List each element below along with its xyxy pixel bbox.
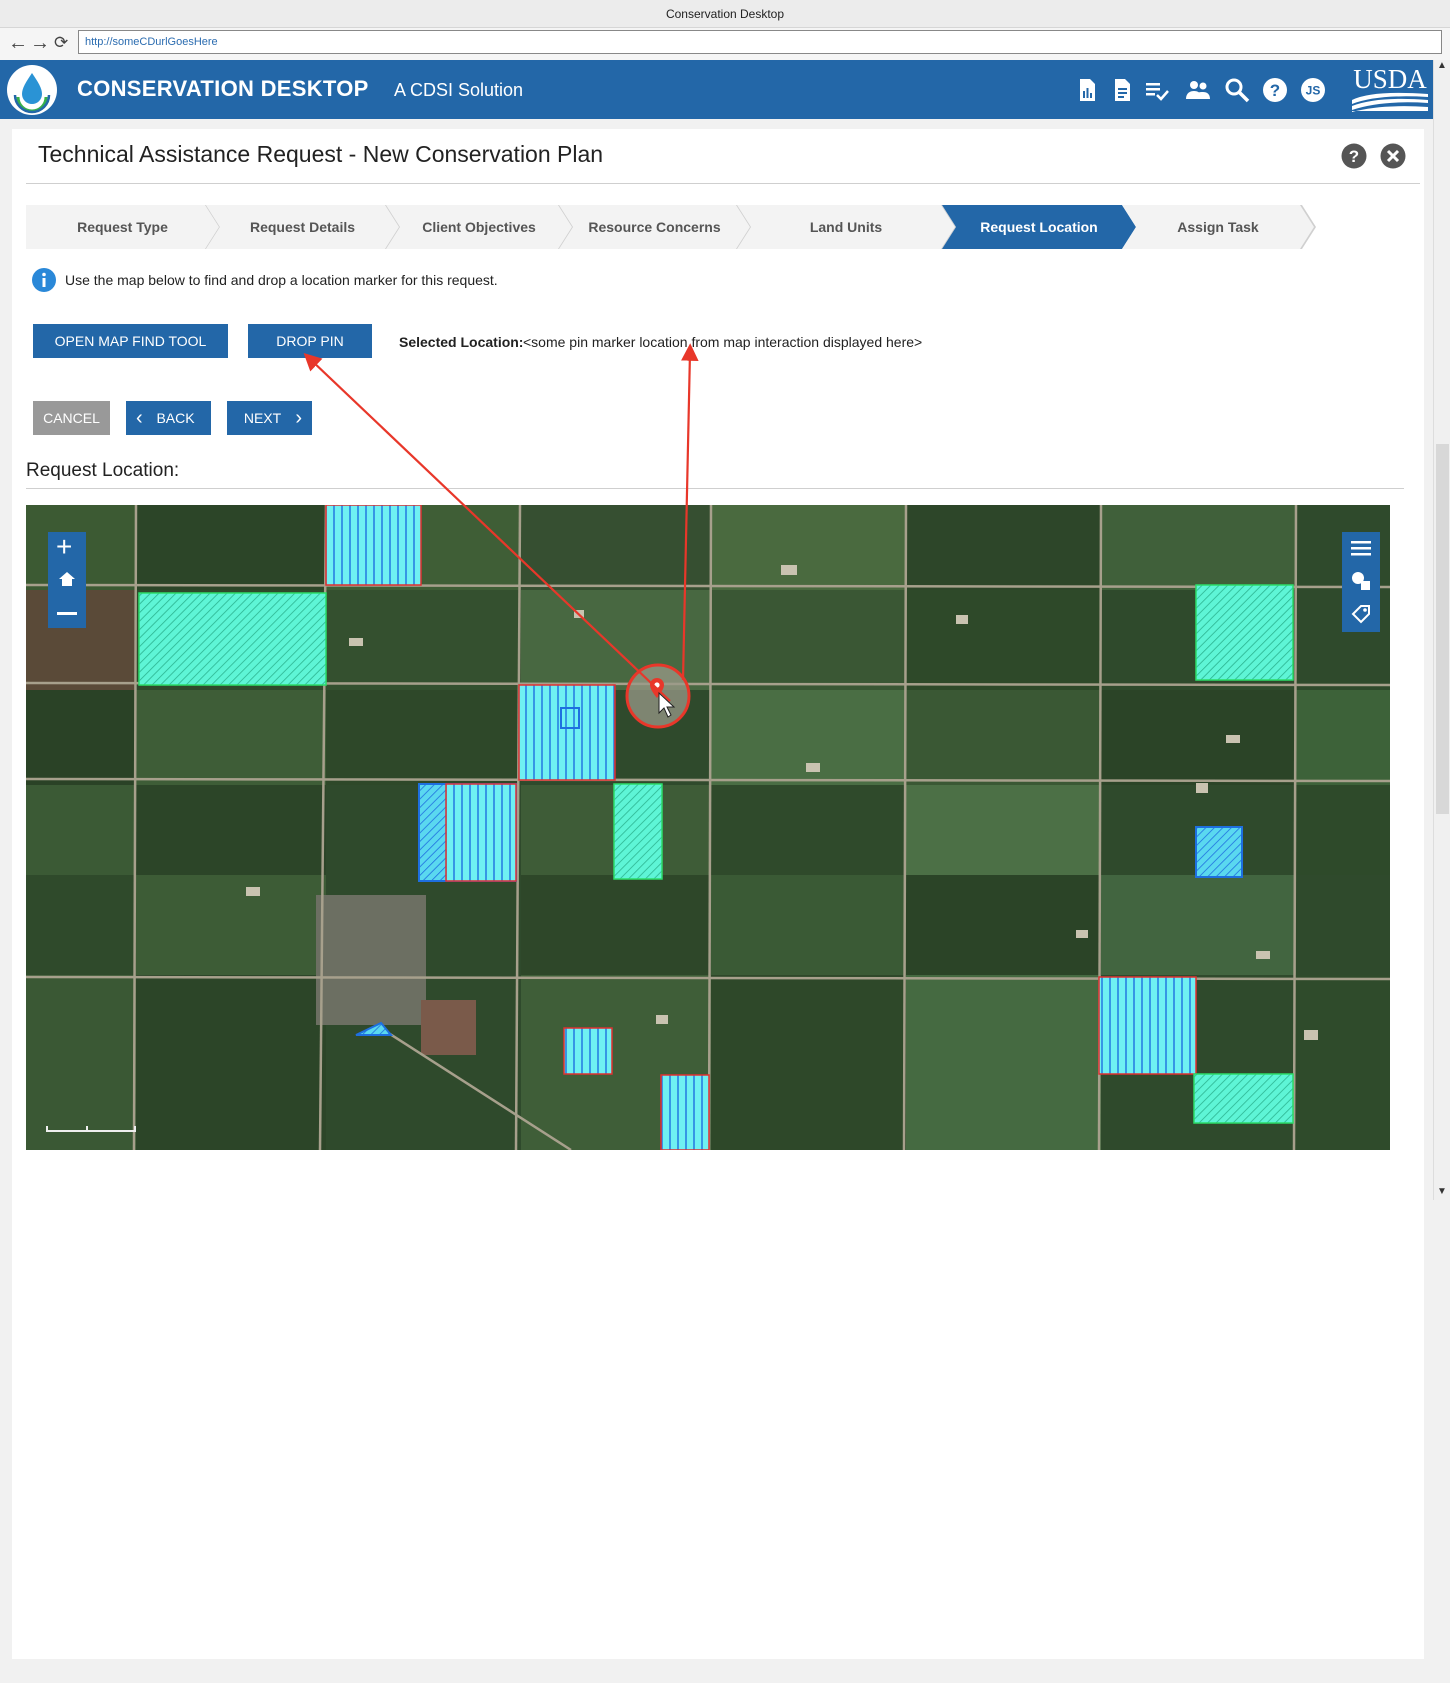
section-title: Request Location:	[26, 460, 180, 481]
shapes-icon[interactable]	[1351, 571, 1371, 591]
usda-logo: USDA	[1352, 64, 1428, 112]
app-tagline: A CDSI Solution	[394, 80, 524, 100]
conservation-drop-logo	[7, 65, 57, 115]
forward-arrow-icon[interactable]: →	[30, 32, 50, 54]
app-header: CONSERVATION DESKTOP A CDSI Solution ? J…	[0, 60, 1450, 119]
map-view[interactable]: +	[26, 505, 1390, 1150]
step-request-type[interactable]: Request Type	[26, 205, 219, 249]
scrollbar-thumb[interactable]	[1436, 444, 1449, 814]
step-request-details[interactable]: Request Details	[206, 205, 399, 249]
address-bar[interactable]: http://someCDurlGoesHere	[78, 30, 1442, 54]
chevron-left-icon: ‹	[136, 407, 143, 429]
help-icon[interactable]: ?	[1341, 143, 1367, 169]
main-panel: Technical Assistance Request - New Conse…	[12, 129, 1424, 1659]
zoom-out-icon[interactable]	[57, 612, 77, 615]
selected-location-value: <some pin marker location from map inter…	[523, 334, 923, 350]
map-widget-controls	[1342, 532, 1380, 632]
window-title: Conservation Desktop	[0, 0, 1450, 28]
info-message: Use the map below to find and drop a loc…	[65, 272, 498, 288]
document-icon[interactable]	[1109, 77, 1135, 103]
step-request-location[interactable]: Request Location	[942, 205, 1136, 249]
svg-text:?: ?	[1349, 147, 1359, 166]
selected-location-label: Selected Location:	[399, 334, 524, 350]
scroll-down-icon[interactable]: ▼	[1437, 1186, 1447, 1197]
satellite-basemap	[26, 505, 1390, 1150]
layers-icon[interactable]	[1351, 538, 1371, 558]
app-brand: CONSERVATION DESKTOP	[77, 76, 369, 101]
svg-text:JS: JS	[1306, 84, 1321, 98]
cancel-button[interactable]: CANCEL	[33, 401, 110, 435]
user-avatar[interactable]: JS	[1300, 77, 1326, 103]
search-icon[interactable]	[1224, 77, 1250, 103]
report-icon[interactable]	[1074, 77, 1100, 103]
home-icon[interactable]	[58, 570, 76, 588]
title-divider	[26, 183, 1420, 184]
page-title: Technical Assistance Request - New Conse…	[38, 141, 604, 167]
step-land-units[interactable]: Land Units	[737, 205, 955, 249]
map-zoom-controls: +	[48, 530, 86, 628]
scroll-up-icon[interactable]: ▲	[1437, 60, 1447, 71]
section-divider	[26, 488, 1404, 489]
zoom-in-icon[interactable]: +	[56, 530, 72, 564]
svg-text:USDA: USDA	[1353, 64, 1427, 94]
close-icon[interactable]	[1380, 143, 1406, 169]
step-assign-task[interactable]: Assign Task	[1122, 205, 1314, 249]
step-resource-concerns[interactable]: Resource Concerns	[559, 205, 750, 249]
next-button[interactable]: NEXT ›	[227, 401, 312, 435]
open-map-find-tool-button[interactable]: OPEN MAP FIND TOOL	[33, 324, 228, 358]
checklist-icon[interactable]	[1144, 77, 1170, 103]
info-icon	[32, 268, 56, 292]
drop-pin-button[interactable]: DROP PIN	[248, 324, 372, 358]
vertical-scrollbar[interactable]: ▲ ▼	[1433, 60, 1450, 1200]
people-icon[interactable]	[1185, 77, 1211, 103]
back-arrow-icon[interactable]: ←	[8, 32, 28, 54]
step-client-objectives[interactable]: Client Objectives	[386, 205, 572, 249]
wizard-stepper: Request Type Request Details Client Obje…	[26, 205, 1396, 249]
back-button[interactable]: ‹ BACK	[126, 401, 211, 435]
tag-icon[interactable]	[1351, 604, 1371, 624]
chevron-right-icon: ›	[295, 407, 302, 429]
reload-icon[interactable]: ⟳	[54, 32, 68, 54]
svg-text:?: ?	[1270, 81, 1280, 100]
help-icon[interactable]: ?	[1262, 77, 1288, 103]
dropped-pin-marker[interactable]	[625, 663, 691, 729]
